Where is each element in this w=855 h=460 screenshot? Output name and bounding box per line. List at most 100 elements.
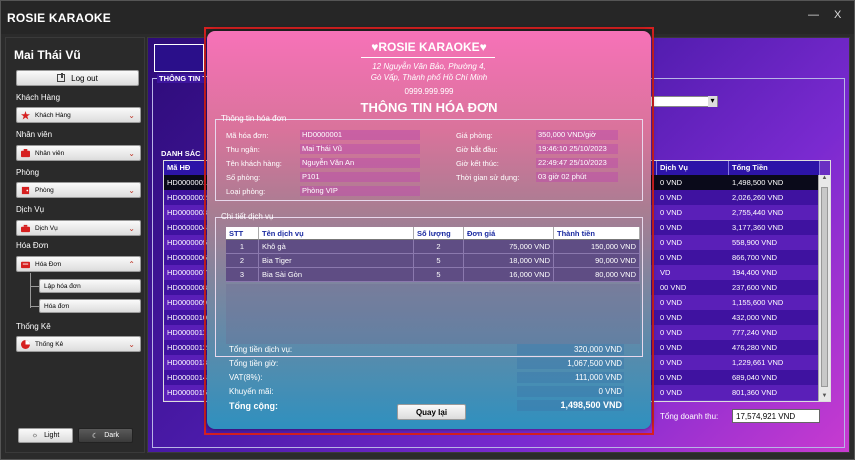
combo-phong[interactable]: Phòng ⌄ <box>16 182 141 198</box>
cell-dich-vu: 00 VND <box>660 283 687 292</box>
dialog-title: THÔNG TIN HÓA ĐƠN <box>360 100 498 115</box>
moon-icon: ☾ <box>91 432 99 440</box>
cell-ma-hd: HD0000010 <box>167 313 208 322</box>
info-group: Thông tin hóa đơn Mã hóa đơn: HD0000001 … <box>215 114 643 201</box>
logout-icon <box>57 73 66 82</box>
cell-dich-vu: 0 VND <box>660 358 683 367</box>
room-price-label: Giá phòng: <box>456 131 493 140</box>
service-total-value: 320,000 VND <box>517 344 624 355</box>
room-label: Số phòng: <box>226 173 261 182</box>
subitem-lap-hoa-don[interactable]: Lập hóa đơn <box>39 279 141 293</box>
svc-col-stt[interactable]: STT <box>226 227 259 240</box>
logout-button[interactable]: Log out <box>16 70 139 86</box>
room-value: P101 <box>300 172 420 182</box>
header-tab[interactable] <box>154 44 204 72</box>
chevron-down-icon: ⌄ <box>128 340 135 349</box>
svc-cell-total: 150,000 VND <box>554 240 640 254</box>
chevron-down-icon: ⌄ <box>128 186 135 195</box>
cell-ma-hd: HD0000007 <box>167 268 208 277</box>
cell-dich-vu: 0 VND <box>660 178 683 187</box>
close-button[interactable]: X <box>834 9 841 21</box>
cell-tong-tien: 801,360 VND <box>732 388 778 397</box>
col-header-tong-tien[interactable]: Tổng Tiền <box>729 161 820 175</box>
combo-dich-vu[interactable]: Dịch Vụ ⌄ <box>16 220 141 236</box>
cell-tong-tien: 3,177,360 VND <box>732 223 784 232</box>
phone: 0999.999.999 <box>404 87 454 96</box>
combo-thong-ke[interactable]: Thống Kê ⌄ <box>16 336 141 352</box>
svc-col-qty[interactable]: Số lượng <box>414 227 464 240</box>
invoice-icon <box>21 260 30 269</box>
filter-combo[interactable] <box>648 96 718 107</box>
section-info-title: THÔNG TIN T <box>157 74 209 83</box>
logout-label: Log out <box>71 73 98 83</box>
chevron-down-icon: ⌄ <box>128 111 135 120</box>
cell-tong-tien: 1,155,600 VND <box>732 298 784 307</box>
room-price-value: 350,000 VND/giờ <box>536 130 618 140</box>
minimize-button[interactable]: — <box>808 9 819 21</box>
table-scrollbar[interactable]: ▲ ▼ <box>818 175 830 401</box>
duration-label: Thời gian sử dụng: <box>456 173 520 182</box>
theme-dark-label: Dark <box>104 432 120 439</box>
chevron-down-icon: ⌄ <box>128 224 135 233</box>
discount-value: 0 VND <box>517 386 624 397</box>
combo-hoa-don[interactable]: Hóa Đơn ⌃ <box>16 256 141 272</box>
cashier-value: Mai Thái Vũ <box>300 144 420 154</box>
cell-dich-vu: 0 VND <box>660 223 683 232</box>
svc-col-name[interactable]: Tên dịch vụ <box>259 227 414 240</box>
cell-ma-hd: HD0000011 <box>167 328 207 337</box>
chevron-up-icon: ⌃ <box>128 260 135 269</box>
combo-phong-label: Phòng <box>35 186 54 194</box>
service-table-empty-area <box>226 284 640 344</box>
service-group: Chi tiết dịch vụ STT Tên dịch vụ Số lượn… <box>215 212 643 357</box>
service-row[interactable]: 3 Bia Sài Gòn 5 16,000 VND 80,000 VND <box>226 268 640 282</box>
cell-dich-vu: 0 VND <box>660 313 683 322</box>
svc-cell-name: Bia Sài Gòn <box>259 268 414 282</box>
user-name: Mai Thái Vũ <box>14 48 81 62</box>
service-row[interactable]: 2 Bia Tiger 5 18,000 VND 90,000 VND <box>226 254 640 268</box>
room-icon <box>21 186 30 195</box>
grand-total-label: Tổng cộng: <box>229 401 278 411</box>
svc-cell-unit-price: 16,000 VND <box>464 268 554 282</box>
svc-cell-qty: 5 <box>414 268 464 282</box>
staff-icon <box>21 148 30 158</box>
cell-tong-tien: 237,600 VND <box>732 283 778 292</box>
end-label: Giờ kết thúc: <box>456 159 499 168</box>
start-label: Giờ bắt đầu: <box>456 145 498 154</box>
svc-col-total[interactable]: Thành tiền <box>554 227 640 240</box>
app-title: ROSIE KARAOKE <box>7 11 111 25</box>
brand-underline <box>361 57 495 58</box>
cell-dich-vu: 0 VND <box>660 253 683 262</box>
service-group-title: Chi tiết dịch vụ <box>221 212 274 221</box>
cell-dich-vu: 0 VND <box>660 328 683 337</box>
vat-value: 111,000 VND <box>517 372 624 383</box>
cell-ma-hd: HD0000002 <box>167 193 208 202</box>
col-header-dich-vu[interactable]: Dịch Vụ <box>657 161 729 175</box>
svc-cell-name: Khô gà <box>259 240 414 254</box>
combo-nhan-vien[interactable]: Nhân viên ⌄ <box>16 145 141 161</box>
sun-icon: ☼ <box>31 432 39 439</box>
svc-cell-qty: 5 <box>414 254 464 268</box>
dialog-brand: ♥ROSIE KARAOKE♥ <box>371 40 487 54</box>
theme-dark-button[interactable]: ☾ Dark <box>78 428 133 443</box>
cell-dich-vu: 0 VND <box>660 238 683 247</box>
scroll-thumb[interactable] <box>821 187 828 387</box>
cell-dich-vu: 0 VND <box>660 298 683 307</box>
combo-khach-hang[interactable]: Khách Hàng ⌄ <box>16 107 141 123</box>
svc-col-unit-price[interactable]: Đơn giá <box>464 227 554 240</box>
combo-hoa-don-label: Hóa Đơn <box>35 260 62 268</box>
theme-light-button[interactable]: ☼ Light <box>18 428 73 443</box>
chevron-down-icon: ⌄ <box>128 149 135 158</box>
col-header-ma-hd[interactable]: Mã HĐ <box>164 161 208 175</box>
cell-tong-tien: 2,026,260 VND <box>732 193 784 202</box>
label-thong-ke: Thống Kê <box>16 322 51 331</box>
cell-dich-vu: 0 VND <box>660 208 683 217</box>
svc-cell-qty: 2 <box>414 240 464 254</box>
revenue-field[interactable]: 17,574,921 VND <box>732 409 820 423</box>
svc-cell-name: Bia Tiger <box>259 254 414 268</box>
subitem-hoa-don[interactable]: Hóa đơn <box>39 299 141 313</box>
service-row[interactable]: 1 Khô gà 2 75,000 VND 150,000 VND <box>226 240 640 254</box>
back-button[interactable]: Quay lại <box>397 404 466 420</box>
svc-cell-total: 80,000 VND <box>554 268 640 282</box>
scroll-down-icon[interactable]: ▼ <box>819 393 830 401</box>
scroll-up-icon[interactable]: ▲ <box>819 175 830 185</box>
